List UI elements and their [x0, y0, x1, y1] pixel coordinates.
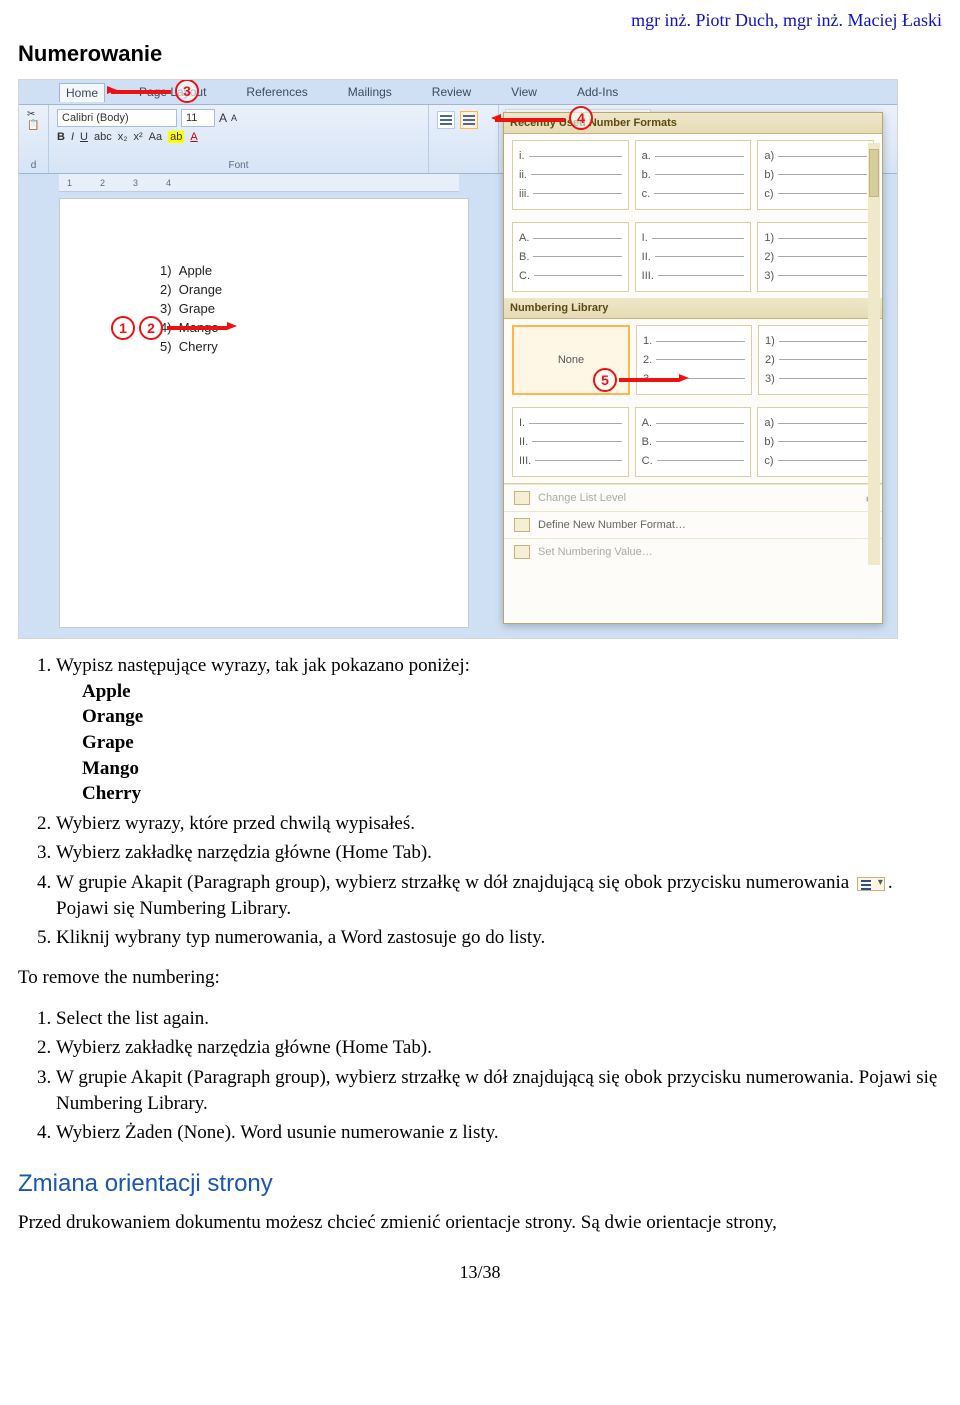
page-header-authors: mgr inż. Piotr Duch, mgr inż. Maciej Łas… — [18, 10, 942, 31]
gallery-cell[interactable]: 1) 2) 3) — [758, 325, 874, 395]
font-group-label: Font — [57, 160, 420, 171]
step: Kliknij wybrany typ numerowania, a Word … — [56, 925, 942, 951]
font-color-icon[interactable]: A — [190, 131, 197, 143]
fruit-item: Orange — [82, 704, 942, 730]
font-size-combo[interactable]: 11 — [181, 109, 215, 127]
numbering-gallery: Recently Used Number Formats i. ii. iii.… — [503, 112, 883, 624]
shrink-font-icon[interactable]: A — [231, 113, 237, 123]
callout-3: 3 — [175, 79, 199, 103]
italic-icon[interactable]: I — [71, 131, 74, 143]
tab-addins[interactable]: Add-Ins — [571, 83, 624, 101]
numbering-button-icon — [857, 877, 885, 891]
list-item: 5) Cherry — [160, 339, 438, 354]
step: Wybierz zakładkę narzędzia główne (Home … — [56, 840, 942, 866]
gallery-scrollbar[interactable] — [868, 143, 880, 565]
numbering-icon[interactable] — [460, 111, 478, 129]
fruit-item: Apple — [82, 679, 942, 705]
steps-remove-list: Select the list again. Wybierz zakładkę … — [56, 1006, 942, 1146]
arrow-4-head — [491, 114, 501, 122]
gallery-cell[interactable]: a. b. c. — [635, 140, 752, 210]
section-title: Numerowanie — [18, 41, 942, 67]
change-case-icon[interactable]: Aa — [149, 131, 162, 143]
gallery-cell[interactable]: I. II. III. — [512, 407, 629, 477]
arrow-12-line — [167, 326, 227, 330]
font-name-combo[interactable]: Calibri (Body) — [57, 109, 177, 127]
step: Wybierz wyrazy, które przed chwilą wypis… — [56, 811, 942, 837]
arrow-12-head — [227, 322, 237, 330]
change-list-level-option: Change List Level▸ — [504, 484, 882, 511]
ruler: 1234 — [59, 174, 459, 192]
step: Wypisz następujące wyrazy, tak jak pokaz… — [56, 653, 942, 807]
gallery-heading-library: Numbering Library — [504, 298, 882, 319]
arrow-3-head — [107, 86, 117, 94]
page-number: 13/38 — [18, 1262, 942, 1283]
fruit-item: Mango — [82, 756, 942, 782]
grow-font-icon[interactable]: A — [219, 111, 227, 125]
arrow-3-line — [111, 90, 171, 94]
callout-1: 1 — [111, 316, 135, 340]
gallery-cell[interactable]: A. B. C. — [512, 222, 629, 292]
fruit-item: Grape — [82, 730, 942, 756]
clipboard-group: ✂ 📋 d — [19, 105, 49, 173]
subscript-icon[interactable]: x₂ — [118, 131, 128, 143]
gallery-heading-recent: Recently Used Number Formats — [504, 113, 882, 134]
tab-home[interactable]: Home — [59, 83, 105, 102]
paragraph-group — [429, 105, 499, 173]
gallery-cell[interactable]: 1. 2. 3. — [636, 325, 752, 395]
tab-references[interactable]: References — [240, 83, 313, 101]
strike-icon[interactable]: abc — [94, 131, 112, 143]
fruit-item: Cherry — [82, 781, 942, 807]
step: Wybierz Żaden (None). Word usunie numero… — [56, 1120, 942, 1146]
list-item: 3) Grape — [160, 301, 438, 316]
callout-2: 2 — [139, 316, 163, 340]
remove-numbering-intro: To remove the numbering: — [18, 965, 942, 992]
section-heading-orientation: Zmiana orientacji strony — [18, 1170, 942, 1198]
gallery-cell[interactable]: I. II. III. — [635, 222, 752, 292]
bold-icon[interactable]: B — [57, 131, 65, 143]
clipboard-label: d — [27, 160, 40, 171]
define-new-format-option[interactable]: Define New Number Format… — [504, 511, 882, 538]
tab-mailings[interactable]: Mailings — [342, 83, 398, 101]
step: Wybierz zakładkę narzędzia główne (Home … — [56, 1035, 942, 1061]
step: Select the list again. — [56, 1006, 942, 1032]
gallery-cell[interactable]: i. ii. iii. — [512, 140, 629, 210]
gallery-cell[interactable]: a) b) c) — [757, 407, 874, 477]
list-item: 1) Apple — [160, 263, 438, 278]
tab-review[interactable]: Review — [426, 83, 477, 101]
list-item: 2) Orange — [160, 282, 438, 297]
word-screenshot: Home Page Layout References Mailings Rev… — [18, 79, 898, 639]
underline-icon[interactable]: U — [80, 131, 88, 143]
callout-4: 4 — [569, 106, 593, 130]
arrow-5-line — [619, 378, 679, 382]
highlight-icon[interactable]: ab — [168, 131, 184, 143]
tab-view[interactable]: View — [505, 83, 543, 101]
callout-5: 5 — [593, 368, 617, 392]
font-group: Calibri (Body) 11 A A B I U abc x₂ x² Aa… — [49, 105, 429, 173]
steps-create-list: Wypisz następujące wyrazy, tak jak pokaz… — [56, 653, 942, 951]
gallery-cell[interactable]: 1) 2) 3) — [757, 222, 874, 292]
arrow-5-head — [679, 374, 689, 382]
gallery-footer: Change List Level▸ Define New Number For… — [504, 483, 882, 565]
arrow-4-line — [495, 118, 565, 122]
gallery-cell[interactable]: a) b) c) — [757, 140, 874, 210]
bullet-list-icon[interactable] — [437, 111, 455, 129]
superscript-icon[interactable]: x² — [134, 131, 143, 143]
document-canvas: 1) Apple 2) Orange 3) Grape 4) Mango 5) … — [59, 198, 469, 628]
set-numbering-value-option: Set Numbering Value… — [504, 538, 882, 565]
step: W grupie Akapit (Paragraph group), wybie… — [56, 870, 942, 921]
gallery-cell[interactable]: A. B. C. — [635, 407, 752, 477]
orientation-paragraph: Przed drukowaniem dokumentu możesz chcie… — [18, 1210, 942, 1237]
step: W grupie Akapit (Paragraph group), wybie… — [56, 1065, 942, 1116]
